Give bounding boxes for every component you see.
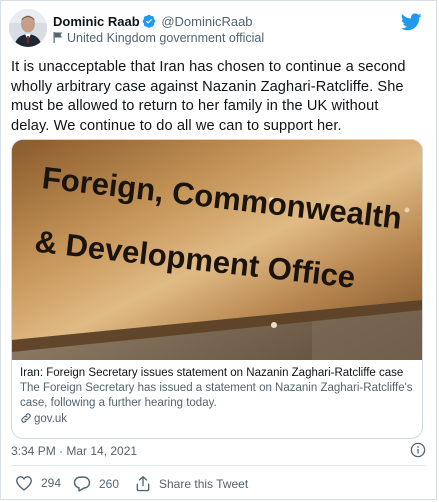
- verified-badge-icon: [142, 14, 156, 31]
- flag-icon: [53, 32, 62, 43]
- twitter-bird-icon[interactable]: [400, 13, 422, 36]
- tweet-text: It is unacceptable that Iran has chosen …: [11, 59, 406, 134]
- share-button[interactable]: Share this Tweet: [135, 475, 248, 492]
- link-card[interactable]: Foreign, Commonwealth & Development Offi…: [11, 139, 423, 439]
- action-bar: 294 260 Share this Tweet: [11, 475, 426, 495]
- tweet-timestamp[interactable]: 3:34 PM · Mar 14, 2021: [11, 444, 137, 458]
- share-icon: [136, 476, 150, 492]
- government-label: United Kingdom government official: [53, 31, 264, 45]
- like-button[interactable]: 294: [15, 475, 61, 491]
- card-image[interactable]: Foreign, Commonwealth & Development Offi…: [12, 140, 422, 360]
- card-domain[interactable]: gov.uk: [20, 412, 414, 427]
- author-handle[interactable]: @DominicRaab: [161, 14, 252, 29]
- divider: [11, 465, 426, 466]
- card-text: Iran: Foreign Secretary issues statement…: [20, 366, 414, 427]
- avatar[interactable]: [9, 9, 47, 47]
- tweet-embed: Dominic Raab @DominicRaab United Kingdom…: [0, 0, 437, 500]
- link-icon: [21, 413, 31, 423]
- author-name[interactable]: Dominic Raab: [53, 14, 140, 29]
- card-description: The Foreign Secretary has issued a state…: [20, 382, 413, 409]
- like-count: 294: [41, 476, 62, 490]
- reply-count: 260: [99, 476, 120, 491]
- tweet-header: Dominic Raab @DominicRaab United Kingdom…: [9, 9, 428, 49]
- card-domain-text: gov.uk: [34, 413, 68, 425]
- reply-bubble-icon: [73, 476, 91, 492]
- heart-icon: [16, 476, 32, 491]
- author-line: Dominic Raab @DominicRaab: [53, 14, 253, 31]
- share-label: Share this Tweet: [159, 476, 249, 491]
- card-title[interactable]: Iran: Foreign Secretary issues statement…: [20, 366, 414, 381]
- reply-button[interactable]: 260: [73, 475, 119, 492]
- government-label-text: United Kingdom government official: [67, 31, 265, 45]
- info-icon[interactable]: [410, 442, 426, 463]
